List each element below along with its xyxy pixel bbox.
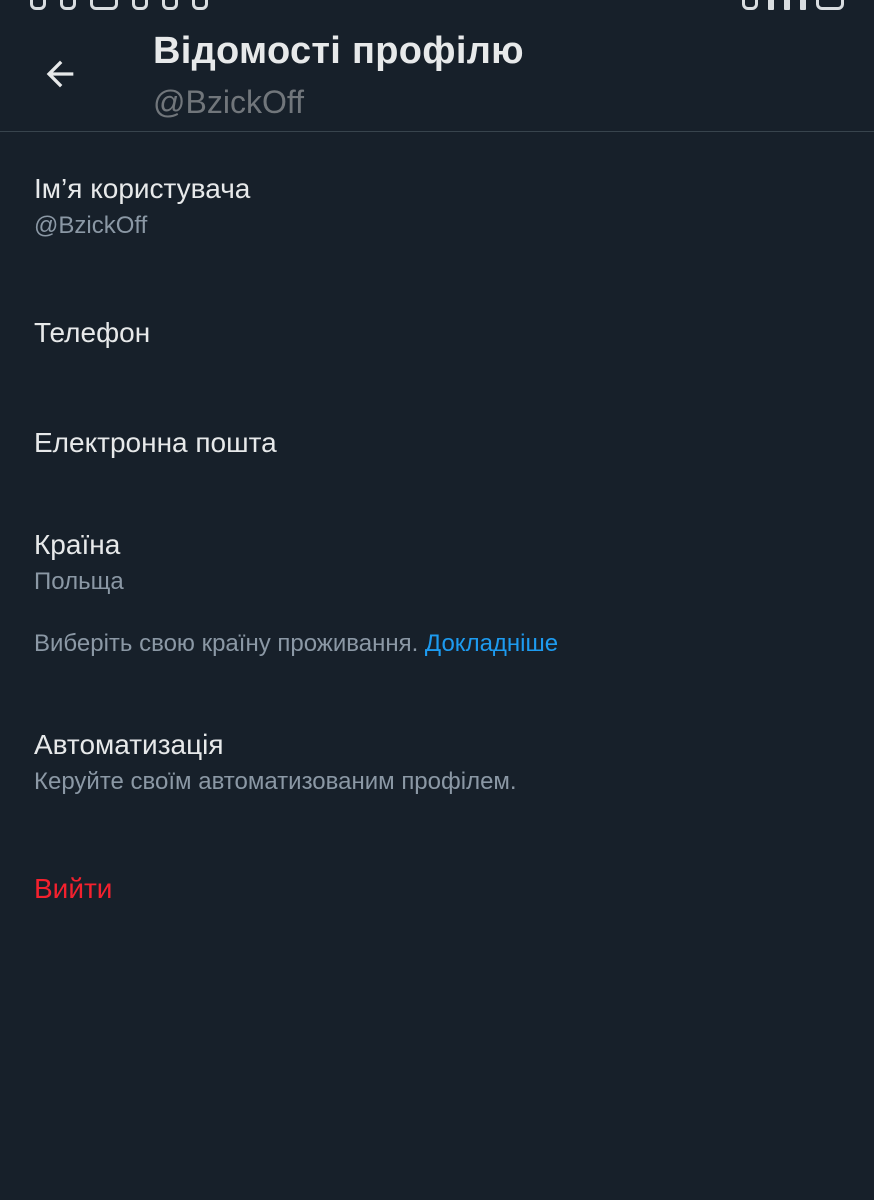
- username-value: @BzickOff: [34, 212, 148, 239]
- top-app-bar: Відомості профілю @BzickOff: [0, 0, 874, 132]
- country-label: Країна: [34, 529, 121, 560]
- country-note-text: Виберіть свою країну проживання.: [34, 630, 419, 657]
- country-setting[interactable]: Країна Польща: [34, 528, 840, 597]
- country-note: Виберіть свою країну проживання. Докладн…: [34, 628, 558, 660]
- back-button[interactable]: [34, 48, 86, 100]
- username-label: Ім’я користувача: [34, 173, 251, 204]
- email-setting[interactable]: Електронна пошта: [34, 426, 840, 460]
- automation-description: Керуйте своїм автоматизованим профілем.: [34, 768, 517, 795]
- automation-label: Автоматизація: [34, 729, 224, 760]
- phone-label: Телефон: [34, 317, 151, 348]
- username-setting[interactable]: Ім’я користувача @BzickOff: [34, 172, 840, 241]
- page-subtitle-username: @BzickOff: [153, 84, 305, 120]
- logout-button[interactable]: Вийти: [34, 872, 112, 906]
- automation-setting[interactable]: Автоматизація Керуйте своїм автоматизова…: [34, 728, 840, 797]
- email-label: Електронна пошта: [34, 427, 277, 458]
- learn-more-link[interactable]: Докладніше: [425, 630, 558, 657]
- page-title: Відомості профілю: [153, 30, 524, 72]
- country-value: Польща: [34, 568, 124, 595]
- phone-setting[interactable]: Телефон: [34, 316, 840, 350]
- arrow-left-icon: [46, 60, 74, 88]
